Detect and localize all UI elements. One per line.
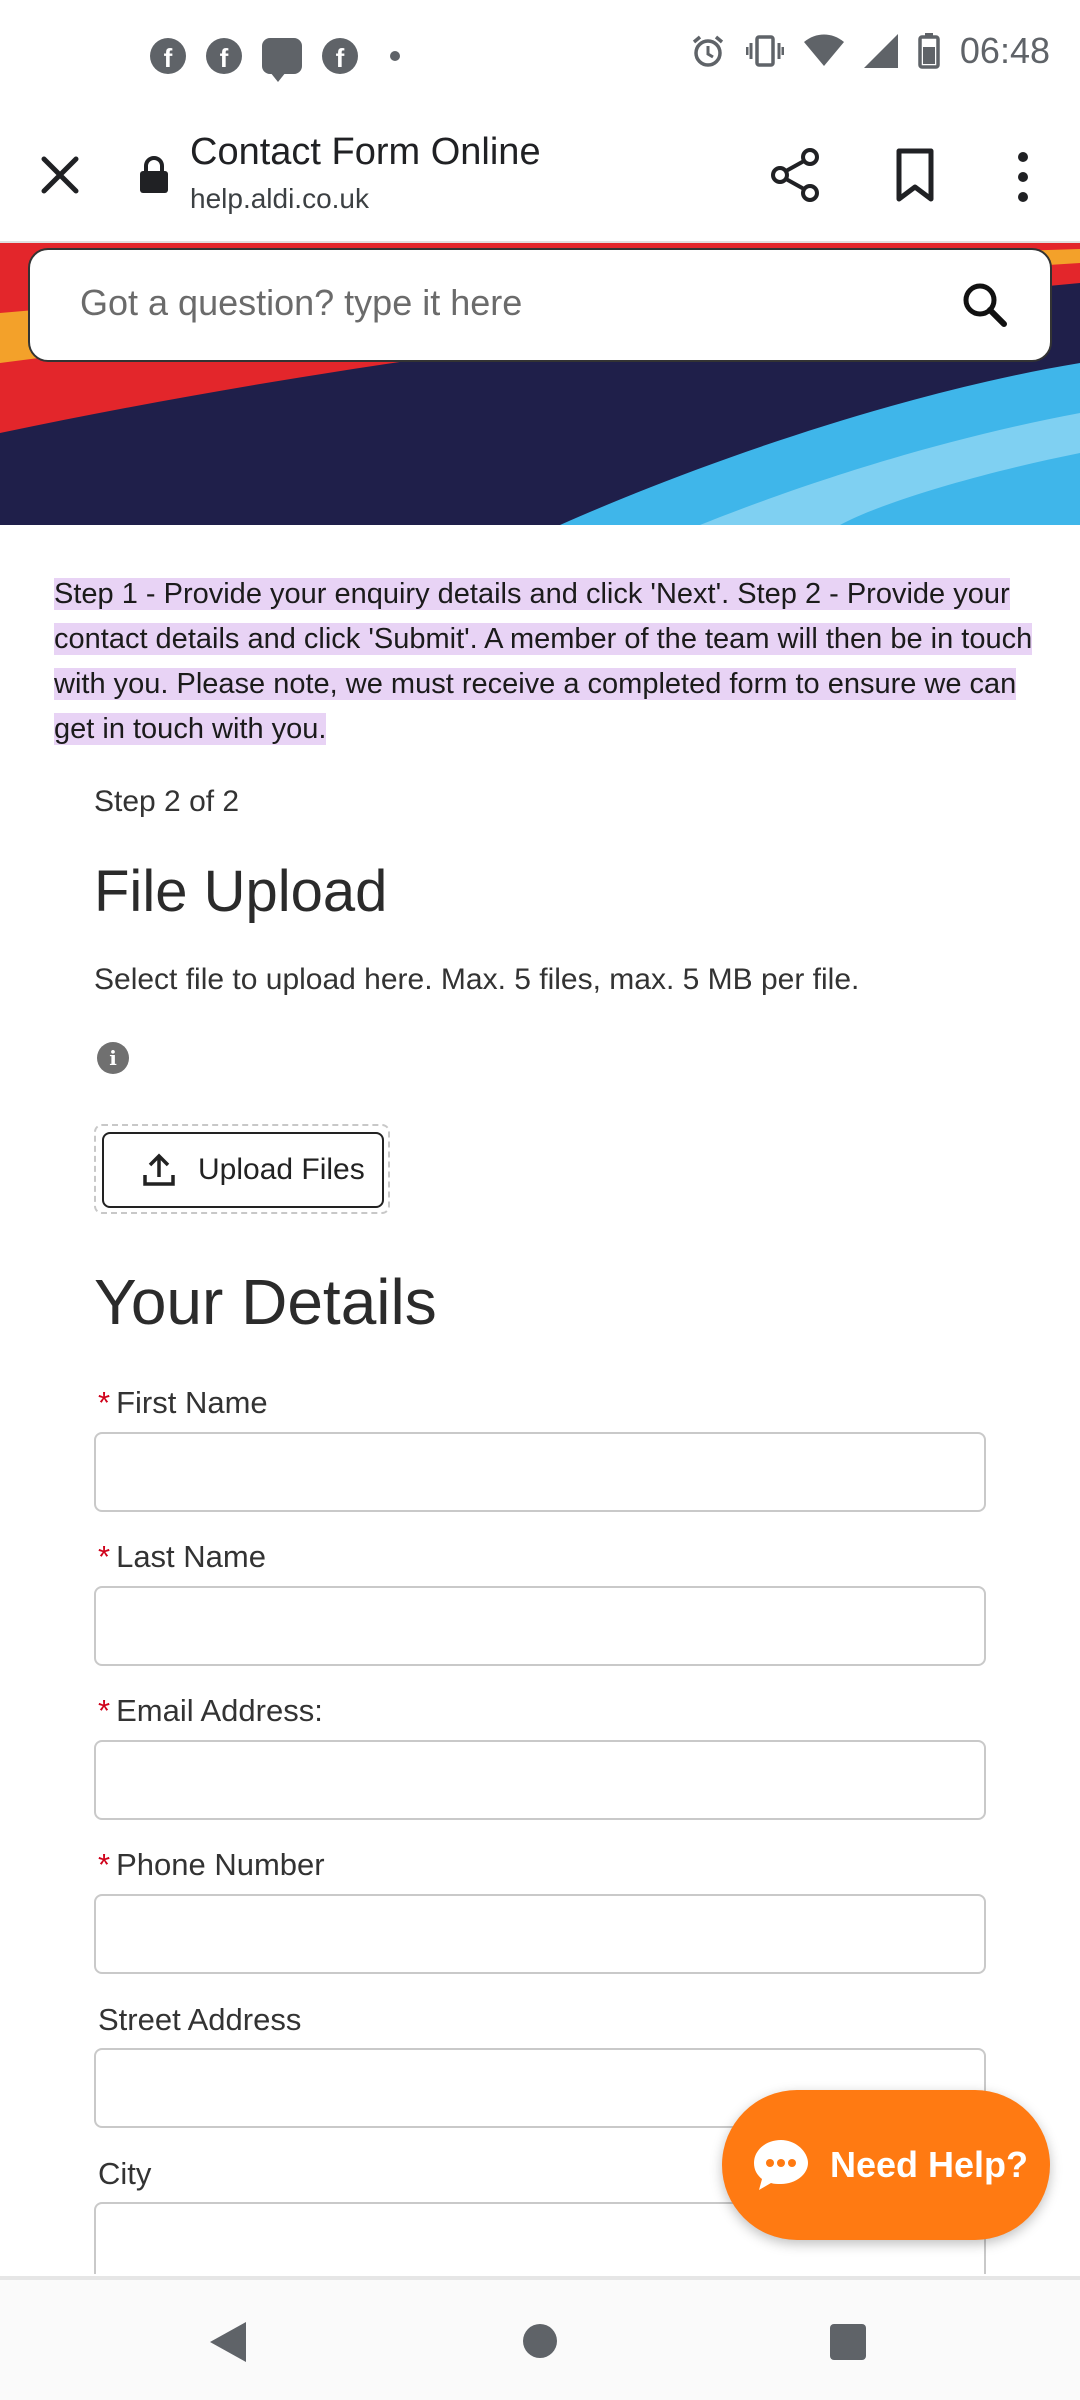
file-upload-description: Select file to upload here. Max. 5 files…: [94, 963, 860, 996]
close-icon[interactable]: [38, 153, 82, 197]
upload-files-label: Upload Files: [198, 1153, 365, 1186]
page-title[interactable]: Contact Form Online: [190, 131, 541, 174]
search-bar[interactable]: Got a question? type it here: [28, 248, 1052, 362]
back-icon[interactable]: [208, 2320, 248, 2364]
required-marker: *: [98, 1847, 111, 1882]
facebook-icon: f: [322, 38, 358, 74]
facebook-icon: f: [206, 38, 242, 74]
info-icon[interactable]: i: [97, 1042, 129, 1074]
file-upload-heading: File Upload: [94, 859, 388, 924]
system-icons: 06:48: [690, 30, 1050, 72]
wifi-icon: [803, 34, 844, 68]
chat-bubble-icon: [754, 2140, 808, 2190]
home-icon[interactable]: [523, 2324, 557, 2358]
notification-icons: f f f: [150, 38, 400, 82]
status-bar: f f f 06:48: [0, 0, 1080, 115]
alarm-icon: [690, 33, 726, 69]
step-indicator: Step 2 of 2: [94, 785, 240, 818]
street-address-label: Street Address: [98, 2002, 302, 2037]
upload-icon: [143, 1153, 175, 1186]
search-icon[interactable]: [960, 280, 1010, 330]
required-marker: *: [98, 1385, 111, 1420]
navigation-bar: [0, 2276, 1080, 2400]
search-input[interactable]: Got a question? type it here: [80, 282, 522, 324]
last-name-label: * Last Name: [98, 1539, 266, 1574]
email-input[interactable]: [94, 1740, 986, 1820]
recent-apps-icon[interactable]: [830, 2324, 866, 2360]
intro-instructions: Step 1 - Provide your enquiry details an…: [54, 578, 1033, 745]
signal-icon: [863, 34, 898, 68]
phone-input[interactable]: [94, 1894, 986, 1974]
notification-dot-icon: [390, 51, 400, 61]
share-icon[interactable]: [770, 147, 822, 203]
lock-icon[interactable]: [138, 155, 170, 195]
your-details-heading: Your Details: [94, 1266, 437, 1338]
first-name-label: * First Name: [98, 1385, 268, 1420]
email-label: * Email Address:: [98, 1693, 323, 1728]
upload-dropzone[interactable]: Upload Files: [94, 1124, 390, 1214]
upload-files-button[interactable]: Upload Files: [102, 1132, 384, 1208]
status-time: 06:48: [959, 30, 1050, 71]
need-help-button[interactable]: Need Help?: [722, 2090, 1050, 2240]
need-help-label: Need Help?: [830, 2144, 1029, 2185]
page-url[interactable]: help.aldi.co.uk: [190, 183, 369, 215]
more-options-icon[interactable]: [1010, 149, 1036, 205]
last-name-input[interactable]: [94, 1586, 986, 1666]
messenger-icon: [262, 38, 302, 82]
required-marker: *: [98, 1693, 111, 1728]
required-marker: *: [98, 1539, 111, 1574]
first-name-input[interactable]: [94, 1432, 986, 1512]
vibrate-icon: [745, 33, 784, 69]
bookmark-icon[interactable]: [893, 147, 937, 203]
city-label: City: [98, 2156, 152, 2191]
phone-label: * Phone Number: [98, 1847, 325, 1882]
battery-icon: [918, 33, 940, 69]
browser-toolbar: Contact Form Online help.aldi.co.uk: [0, 115, 1080, 243]
facebook-icon: f: [150, 38, 186, 74]
